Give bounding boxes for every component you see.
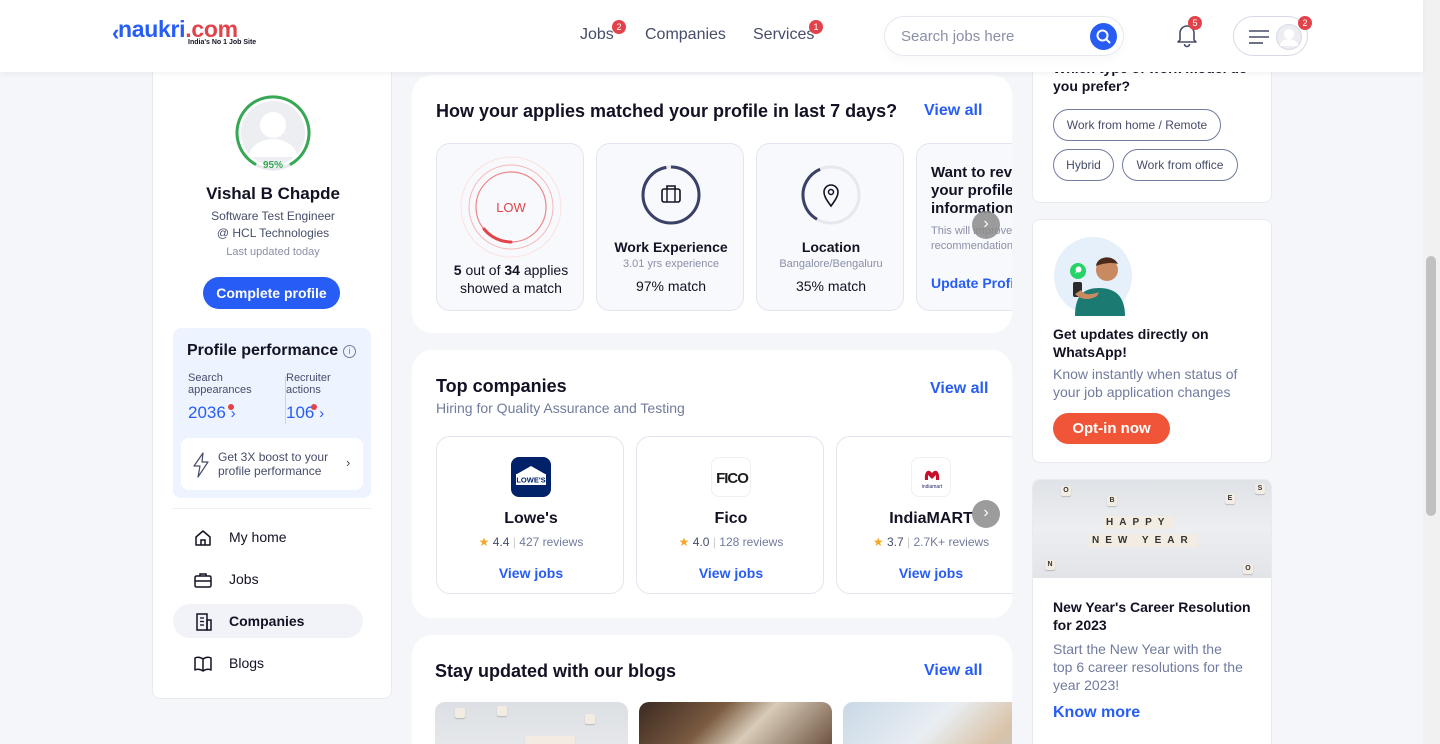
services-badge: 1 xyxy=(809,20,823,34)
profile-card: 95% Vishal B Chapde Software Test Engine… xyxy=(152,72,392,699)
companies-view-all-link[interactable]: View all xyxy=(930,380,988,398)
profile-name: Vishal B Chapde xyxy=(206,184,340,203)
experience-gauge xyxy=(641,165,701,225)
search-input[interactable]: Search jobs here xyxy=(884,16,1124,56)
work-experience-match-box[interactable]: Work Experience 3.01 yrs experience 97% … xyxy=(596,143,744,311)
whatsapp-illustration xyxy=(1054,237,1132,316)
recruiter-actions-value[interactable]: 106 › xyxy=(286,403,324,423)
know-more-link[interactable]: Know more xyxy=(1053,704,1140,722)
match-card-title: How your applies matched your profile in… xyxy=(436,101,898,121)
chevron-right-icon: › xyxy=(346,455,351,470)
whatsapp-card: Get updates directly on WhatsApp! Know i… xyxy=(1032,219,1272,463)
profile-company: @ HCL Technologies xyxy=(216,226,330,240)
profile-performance-title: Profile performance xyxy=(187,342,339,359)
page-scrollbar[interactable] xyxy=(1423,0,1440,744)
blog-thumbnail[interactable] xyxy=(639,702,832,744)
nav-companies[interactable]: Companies xyxy=(645,26,726,44)
user-menu-button[interactable]: 2 xyxy=(1233,16,1312,56)
view-jobs-link[interactable]: View jobs xyxy=(837,565,1012,581)
match-view-all-link[interactable]: View all xyxy=(924,102,982,120)
hamburger-icon xyxy=(1249,30,1269,44)
blog-promo-title: New Year's Career Resolution for 2023 xyxy=(1053,599,1251,633)
scrollbar-thumb[interactable] xyxy=(1426,256,1436,516)
indiamart-logo: indiamart xyxy=(911,457,951,497)
profile-last-updated: Last updated today xyxy=(226,246,320,258)
notifications-button[interactable]: 5 xyxy=(1175,16,1202,48)
sidebar-item-jobs[interactable]: Jobs xyxy=(173,562,363,596)
briefcase-icon xyxy=(194,573,212,588)
opt-in-button[interactable]: Opt-in now xyxy=(1053,413,1170,444)
book-icon xyxy=(194,656,212,672)
notification-badge: 5 xyxy=(1188,16,1202,30)
whatsapp-title: Get updates directly on WhatsApp! xyxy=(1053,326,1209,360)
search-icon xyxy=(1096,29,1111,44)
jobs-badge: 2 xyxy=(612,20,626,34)
avatar-icon xyxy=(1276,24,1302,50)
view-jobs-link[interactable]: View jobs xyxy=(637,565,825,581)
blogs-view-all-link[interactable]: View all xyxy=(924,662,982,680)
blog-promo-card: O B E S N O HAPPY NEW YEAR New Year's Ca… xyxy=(1032,479,1272,744)
star-icon: ★ xyxy=(872,535,884,549)
chip-hybrid[interactable]: Hybrid xyxy=(1053,149,1114,181)
svg-text:indiamart: indiamart xyxy=(922,484,943,490)
naukri-logo[interactable]: ‹ naukri.com India's No 1 Job Site xyxy=(112,16,272,48)
blogs-card: Stay updated with our blogs View all xyxy=(412,635,1012,744)
boost-banner[interactable]: Get 3X boost to your profile performance… xyxy=(181,438,363,490)
home-icon xyxy=(195,530,211,546)
update-profile-link[interactable]: Update Profile xyxy=(931,275,1012,291)
lowes-logo: LOWE'S xyxy=(511,457,551,497)
chip-work-from-home[interactable]: Work from home / Remote xyxy=(1053,109,1221,141)
applies-match-box[interactable]: LOW 5 out of 34 applies showed a match xyxy=(436,143,584,311)
star-icon: ★ xyxy=(678,535,690,549)
new-year-image: O B E S N O HAPPY NEW YEAR xyxy=(1033,480,1271,578)
low-label: LOW xyxy=(496,200,526,215)
search-button[interactable] xyxy=(1090,23,1117,50)
sidebar-item-blogs[interactable]: Blogs xyxy=(173,646,363,680)
menu-badge: 2 xyxy=(1298,16,1312,30)
sidebar-item-companies[interactable]: Companies xyxy=(173,604,363,638)
complete-profile-button[interactable]: Complete profile xyxy=(203,277,340,309)
view-jobs-link[interactable]: View jobs xyxy=(437,565,625,581)
svg-text:FICO: FICO xyxy=(716,470,749,487)
top-header: ‹ naukri.com India's No 1 Job Site Jobs … xyxy=(0,0,1423,72)
new-indicator-dot xyxy=(311,404,317,410)
profile-completion-percent: 95% xyxy=(262,160,283,171)
company-card-lowes[interactable]: LOWE'S Lowe's ★ 4.4 | 427 reviews View j… xyxy=(436,436,624,594)
blog-promo-desc: Start the New Year with the top 6 career… xyxy=(1053,641,1243,693)
building-icon xyxy=(196,613,212,631)
profile-performance-panel: Profile performance i Search appearances… xyxy=(173,328,371,498)
star-icon: ★ xyxy=(478,535,490,549)
blogs-title: Stay updated with our blogs xyxy=(435,661,677,681)
blog-thumbnail[interactable] xyxy=(435,702,628,744)
info-icon[interactable]: i xyxy=(343,345,356,358)
profile-designation: Software Test Engineer xyxy=(211,209,335,223)
chip-work-from-office[interactable]: Work from office xyxy=(1122,149,1238,181)
new-indicator-dot xyxy=(228,404,234,410)
top-companies-title: Top companies xyxy=(436,376,567,396)
location-gauge xyxy=(801,165,861,225)
company-card-fico[interactable]: FICO Fico ★ 4.0 | 128 reviews View jobs xyxy=(636,436,824,594)
blog-thumbnail[interactable] xyxy=(843,702,1012,744)
location-match-box[interactable]: Location Bangalore/Bengaluru 35% match xyxy=(756,143,904,311)
lightning-icon xyxy=(193,452,209,478)
nav-jobs[interactable]: Jobs 2 xyxy=(580,20,626,44)
sidebar-item-my-home[interactable]: My home xyxy=(173,520,363,554)
svg-text:LOWE'S: LOWE'S xyxy=(516,476,545,485)
fico-logo: FICO xyxy=(711,457,751,497)
carousel-next-arrow[interactable]: › xyxy=(972,500,1000,528)
top-companies-subtitle: Hiring for Quality Assurance and Testing xyxy=(436,400,685,416)
whatsapp-desc: Know instantly when status of your job a… xyxy=(1053,366,1238,400)
profile-match-card: How your applies matched your profile in… xyxy=(412,75,1012,333)
carousel-next-arrow[interactable]: › xyxy=(972,211,1000,239)
nav-services[interactable]: Services 1 xyxy=(753,20,823,44)
top-companies-card: Top companies Hiring for Quality Assuran… xyxy=(412,350,1012,618)
